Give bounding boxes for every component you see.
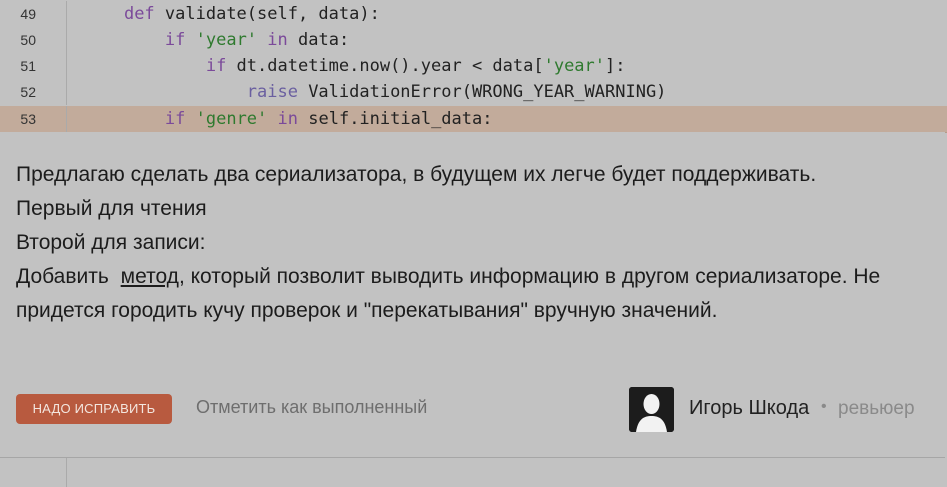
line-gutter: 49 <box>0 1 67 27</box>
code-text: if dt.datetime.now().year < data['year']… <box>83 53 626 79</box>
line-gutter: 51 <box>0 53 67 79</box>
user-silhouette-icon <box>629 387 674 432</box>
code-line[interactable]: 53 if 'genre' in self.initial_data: <box>0 106 947 133</box>
line-number: 52 <box>20 84 36 100</box>
line-gutter: 52 <box>0 79 67 105</box>
comment-line-2: Первый для чтения <box>16 197 207 220</box>
line-gutter: 50 <box>0 27 67 53</box>
line-number: 49 <box>20 6 36 22</box>
code-text: raise ValidationError(WRONG_YEAR_WARNING… <box>83 79 667 105</box>
reviewer-avatar <box>629 387 674 432</box>
code-token-kw2: raise <box>246 82 298 102</box>
comment-text: Предлагаю сделать два сериализатора, в б… <box>16 158 916 328</box>
code-gutter-bottom <box>0 458 67 487</box>
code-block: 49 def validate(self, data): 50 if 'year'… <box>0 0 947 133</box>
code-text: if 'genre' in self.initial_data: <box>83 106 493 132</box>
comment-line-4-start: Добавить <box>16 265 109 288</box>
line-number: 51 <box>20 58 36 74</box>
code-token: validate(self, data): <box>154 4 380 24</box>
code-token-str: 'year' <box>195 30 258 50</box>
code-token: ValidationError(WRONG_YEAR_WARNING) <box>297 82 667 102</box>
code-token-str: 'genre' <box>195 109 268 129</box>
line-number: 53 <box>20 111 36 127</box>
reviewer-role: ревьюер <box>838 398 915 419</box>
line-number: 50 <box>20 32 36 48</box>
comment-line-4: Добавить метод, который позволит выводит… <box>16 260 916 328</box>
code-line[interactable]: 52 raise ValidationError(WRONG_YEAR_WARN… <box>0 79 947 105</box>
code-token-kw: if <box>164 109 186 129</box>
code-text: if 'year' in data: <box>83 27 349 53</box>
code-token-kw: def <box>123 4 155 24</box>
code-token-str: 'year' <box>543 56 606 76</box>
comment-line-1: Предлагаю сделать два сериализатора, в б… <box>16 163 817 186</box>
line-gutter: 53 <box>0 106 67 132</box>
code-token: dt.datetime.now().year < data[ <box>226 56 544 76</box>
code-line[interactable]: 50 if 'year' in data: <box>0 27 947 53</box>
needs-fix-button[interactable]: НАДО ИСПРАВИТЬ <box>16 394 172 424</box>
code-token-kw: in <box>267 30 288 50</box>
method-link[interactable]: метод <box>121 265 179 288</box>
review-comment: Предлагаю сделать два сериализатора, в б… <box>0 132 945 458</box>
code-token: ]: <box>605 56 626 76</box>
comment-line-3: Второй для записи: <box>16 231 206 254</box>
code-token-kw: if <box>205 56 227 76</box>
code-token: data: <box>287 30 350 50</box>
mark-as-done-button[interactable]: Отметить как выполненный <box>196 397 427 418</box>
reviewer-name[interactable]: Игорь Шкода <box>689 397 809 420</box>
separator-dot: • <box>821 398 827 415</box>
code-token-kw: in <box>277 109 299 129</box>
code-text: def validate(self, data): <box>83 1 380 27</box>
code-token-kw: if <box>164 30 186 50</box>
code-line[interactable]: 49 def validate(self, data): <box>0 1 947 27</box>
code-line[interactable]: 51 if dt.datetime.now().year < data['yea… <box>0 53 947 79</box>
code-token: self.initial_data: <box>298 109 493 129</box>
